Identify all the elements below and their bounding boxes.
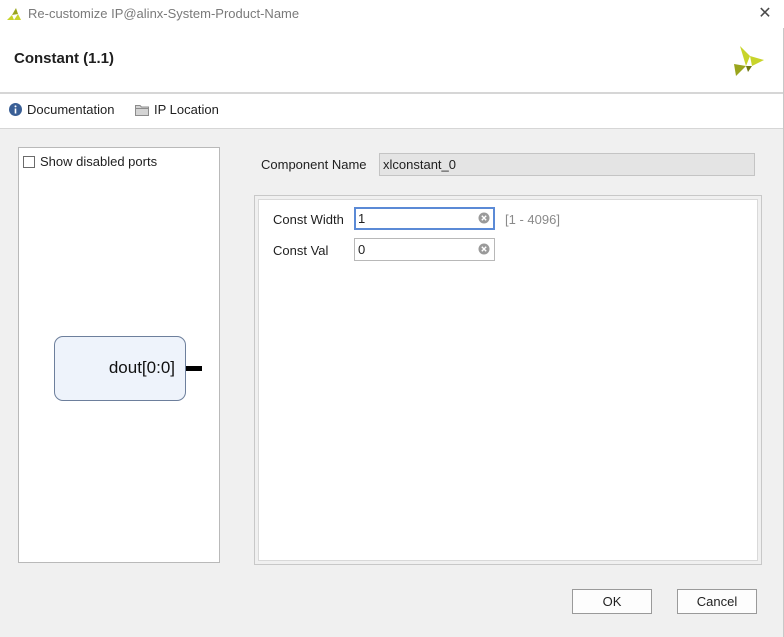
parameters-frame: Const Width 1 [1 - 4096] Const Val 0 bbox=[254, 195, 762, 565]
header: Constant (1.1) bbox=[0, 28, 783, 94]
const-width-label: Const Width bbox=[273, 212, 344, 227]
window-title: Re-customize IP@alinx-System-Product-Nam… bbox=[28, 6, 300, 21]
port-label: dout[0:0] bbox=[108, 358, 175, 377]
const-width-input[interactable]: 1 bbox=[354, 207, 495, 230]
vivado-logo-icon bbox=[7, 8, 21, 20]
documentation-label: Documentation bbox=[27, 102, 115, 117]
ip-location-link[interactable]: IP Location bbox=[135, 102, 219, 117]
symbol-preview-panel: Show disabled ports dout[0:0] bbox=[18, 147, 220, 563]
cancel-button[interactable]: Cancel bbox=[677, 589, 757, 614]
const-width-value: 1 bbox=[358, 211, 366, 226]
clear-icon[interactable] bbox=[478, 212, 490, 224]
const-val-input[interactable]: 0 bbox=[354, 238, 495, 261]
ip-location-label: IP Location bbox=[154, 102, 219, 117]
const-val-label: Const Val bbox=[273, 243, 329, 258]
show-disabled-ports-checkbox[interactable] bbox=[23, 155, 35, 168]
close-button[interactable]: ✕ bbox=[752, 2, 778, 26]
show-disabled-ports-label: Show disabled ports bbox=[40, 154, 158, 169]
component-name-label: Component Name bbox=[261, 157, 367, 172]
port-pin bbox=[186, 366, 202, 371]
folder-icon bbox=[135, 104, 149, 116]
xilinx-logo-icon bbox=[734, 46, 764, 76]
title-bar: Re-customize IP@alinx-System-Product-Nam… bbox=[0, 0, 784, 28]
clear-icon[interactable] bbox=[478, 243, 490, 255]
ip-title: Constant (1.1) bbox=[14, 50, 115, 67]
parameters-panel: Const Width 1 [1 - 4096] Const Val 0 bbox=[258, 199, 758, 561]
info-icon bbox=[9, 103, 22, 116]
ok-button[interactable]: OK bbox=[572, 589, 652, 614]
const-width-range: [1 - 4096] bbox=[505, 212, 560, 227]
show-disabled-ports-toggle[interactable]: Show disabled ports bbox=[23, 154, 157, 169]
ip-block-symbol: dout[0:0] bbox=[54, 336, 186, 401]
recustomize-ip-dialog: Re-customize IP@alinx-System-Product-Nam… bbox=[0, 0, 784, 637]
const-val-value: 0 bbox=[358, 242, 366, 257]
documentation-link[interactable]: Documentation bbox=[9, 102, 114, 117]
toolbar: Documentation IP Location bbox=[0, 94, 783, 129]
component-name-field[interactable]: xlconstant_0 bbox=[379, 153, 755, 176]
